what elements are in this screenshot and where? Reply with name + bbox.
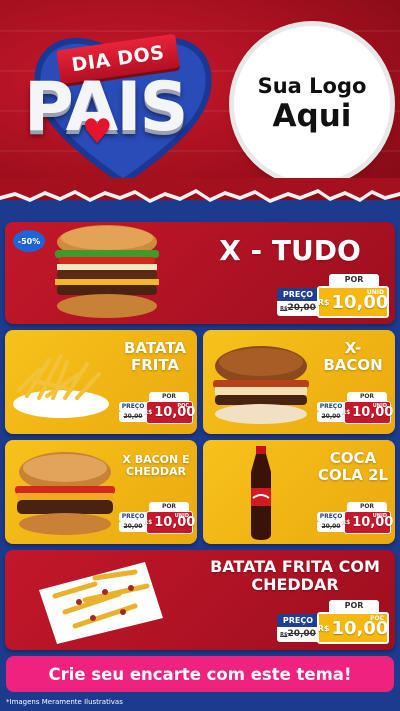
product-name: BATATA FRITA COM CHEDDAR xyxy=(210,557,380,594)
price-tag: POR PREÇO R$20,00 R$ 10,00 POC xyxy=(277,600,389,644)
heart-icon: ♥ xyxy=(82,112,113,152)
logo-text-line2: Aqui xyxy=(272,98,352,134)
price-tag: POR PREÇO 20,00 R$ 10,00 UNID xyxy=(119,502,195,534)
price-tag: POR PREÇO R$20,00 R$ 10,00 UNID xyxy=(277,274,389,318)
discount-badge: -50% xyxy=(13,230,45,252)
por-label: POR xyxy=(149,502,189,511)
price-tag: POR PREÇO 20,00 R$ 10,00 UNID xyxy=(317,502,393,534)
price-tag: POR PREÇO 20,00 R$ 10,00 UNID xyxy=(317,392,393,424)
product-name: BATATA FRITA xyxy=(123,339,187,374)
footnote-text: *Imagens Meramente Ilustrativas xyxy=(6,698,123,706)
logo-text-line1: Sua Logo xyxy=(257,74,367,98)
product-card-coca-cola[interactable]: COCA COLA 2L POR PREÇO 20,00 R$ 10,00 UNID xyxy=(203,440,395,544)
torn-paper-edge xyxy=(0,178,400,203)
product-name: X - TUDO xyxy=(219,234,361,267)
price-tag: POR PREÇO 20,00 R$ 10,00 POC xyxy=(119,392,195,424)
header-banner: DIA DOS PAIS ♥ Sua Logo Aqui xyxy=(0,0,400,200)
product-name: X- BACON xyxy=(323,339,383,374)
por-label: POR xyxy=(149,392,189,401)
logo-placeholder[interactable]: Sua Logo Aqui xyxy=(234,26,390,182)
cta-banner[interactable]: Crie seu encarte com este tema! xyxy=(6,656,394,692)
new-price: R$ 10,00 UNID xyxy=(144,511,195,534)
preco-label: PREÇO xyxy=(277,614,319,627)
product-card-x-bacon[interactable]: X- BACON POR PREÇO 20,00 R$ 10,00 UNID xyxy=(203,330,395,434)
new-price: R$ 10,00 UNID xyxy=(317,286,389,318)
product-card-batata-frita[interactable]: BATATA FRITA POR PREÇO 20,00 R$ 10,00 POC xyxy=(5,330,197,434)
product-card-x-bacon-cheddar[interactable]: X BACON E CHEDDAR POR PREÇO 20,00 R$ 10,00… xyxy=(5,440,197,544)
fries-cheddar-image xyxy=(39,562,163,644)
pais-title: PAIS xyxy=(24,68,189,147)
burger-image xyxy=(55,225,159,318)
por-label: POR xyxy=(329,274,379,286)
fries-image xyxy=(13,354,109,418)
new-price: R$ 10,00 POC xyxy=(144,401,195,424)
product-name: COCA COLA 2L xyxy=(317,449,389,484)
new-price: R$ 10,00 UNID xyxy=(342,511,393,534)
new-price: R$ 10,00 POC xyxy=(317,612,389,644)
preco-label: PREÇO xyxy=(277,288,319,301)
por-label: POR xyxy=(329,600,379,612)
por-label: POR xyxy=(347,392,387,401)
soda-bottle-image xyxy=(251,446,271,540)
product-card-batata-cheddar[interactable]: BATATA FRITA COM CHEDDAR POR PREÇO R$20,0… xyxy=(5,550,395,650)
new-price: R$ 10,00 UNID xyxy=(342,401,393,424)
product-card-x-tudo[interactable]: -50% X - TUDO POR PREÇO R$20,00 R$ 10,00 U… xyxy=(5,222,395,324)
old-price: R$20,00 xyxy=(277,627,319,642)
product-name: X BACON E CHEDDAR xyxy=(122,453,190,479)
burger-image xyxy=(213,346,309,424)
old-price: R$20,00 xyxy=(277,301,319,316)
burger-image xyxy=(15,452,115,535)
por-label: POR xyxy=(347,502,387,511)
